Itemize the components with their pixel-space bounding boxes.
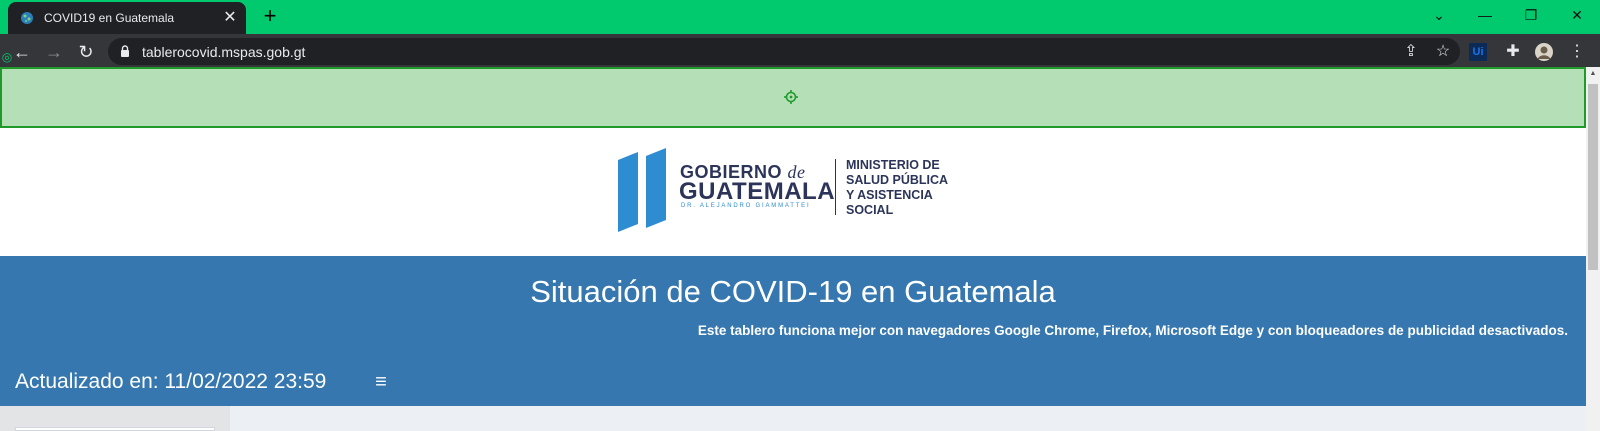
- page-title: Situación de COVID-19 en Guatemala: [530, 274, 1056, 309]
- sidebar-card: [15, 427, 215, 431]
- logo-ministerio-text: MINISTERIO DE SALUD PÚBLICA Y ASISTENCIA…: [846, 158, 949, 217]
- share-icon[interactable]: ⇪: [1400, 41, 1422, 63]
- address-bar[interactable]: [108, 38, 1460, 65]
- bookmark-star-icon[interactable]: ☆: [1432, 41, 1454, 63]
- profile-avatar-icon[interactable]: [1534, 42, 1554, 62]
- new-tab-button[interactable]: +: [258, 5, 282, 29]
- reload-button[interactable]: ↻: [74, 40, 98, 64]
- main-content: [230, 406, 1586, 431]
- tab-close-icon[interactable]: ✕: [220, 8, 240, 28]
- browser-tab[interactable]: COVID19 en Guatemala ✕: [8, 2, 246, 34]
- tab-search-icon[interactable]: ⌄: [1416, 0, 1462, 30]
- logo-divider: [835, 159, 836, 215]
- logo-subtitle-text: DR. ALEJANDRO GIAMMATTEI: [681, 203, 811, 209]
- extensions-puzzle-icon[interactable]: ✚: [1502, 41, 1524, 63]
- back-button[interactable]: ←: [10, 40, 34, 64]
- scrollbar-thumb[interactable]: [1588, 84, 1598, 270]
- extension-ui-icon[interactable]: Ui: [1469, 43, 1487, 61]
- address-url[interactable]: tablerocovid.mspas.gob.gt: [142, 44, 305, 60]
- updated-timestamp: Actualizado en: 11/02/2022 23:59: [15, 370, 327, 393]
- crosshair-target-icon: [784, 90, 798, 104]
- browser-menu-icon[interactable]: ⋮: [1566, 41, 1588, 63]
- lock-icon: [121, 45, 129, 57]
- window-close-button[interactable]: ✕: [1554, 0, 1600, 30]
- logo-guatemala-text: GUATEMALA: [679, 178, 836, 205]
- tab-title: COVID19 en Guatemala: [44, 11, 175, 25]
- sidebar-toggle-icon[interactable]: ≡: [372, 370, 390, 394]
- restore-button[interactable]: ❐: [1508, 0, 1554, 30]
- government-logo-icon: [618, 148, 666, 232]
- scroll-up-icon[interactable]: ▲: [1588, 69, 1598, 79]
- globe-favicon-icon: [21, 12, 33, 24]
- minimize-button[interactable]: —: [1462, 0, 1508, 30]
- forward-button[interactable]: →: [42, 40, 66, 64]
- browser-notice: Este tablero funciona mejor con navegado…: [697, 323, 1568, 338]
